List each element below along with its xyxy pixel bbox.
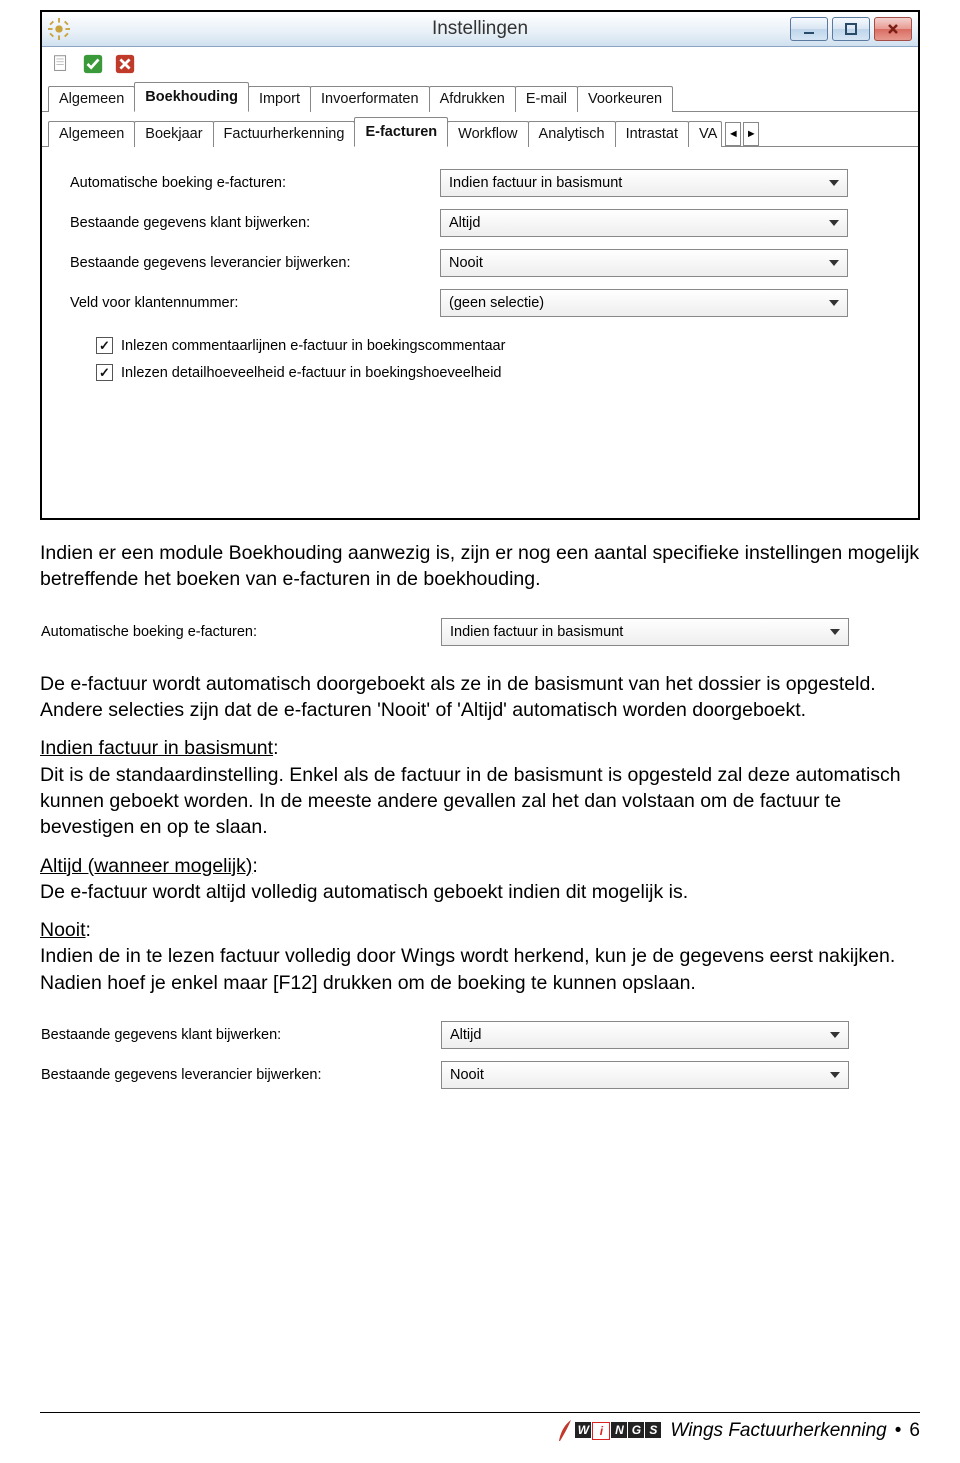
checkbox-commentaar[interactable] [96, 337, 113, 354]
inline-shot-2: Bestaande gegevens klant bijwerken: Alti… [40, 1008, 920, 1102]
tab-email[interactable]: E-mail [515, 86, 578, 112]
panel: Automatische boeking e-facturen: Indien … [42, 147, 918, 518]
inline2-select-lever[interactable]: Nooit [441, 1061, 849, 1089]
tab-algemeen[interactable]: Algemeen [48, 86, 135, 112]
inline2-select-klant[interactable]: Altijd [441, 1021, 849, 1049]
wings-logo: WiNGS [555, 1419, 662, 1443]
tab-voorkeuren[interactable]: Voorkeuren [577, 86, 673, 112]
select-klant-bijwerken[interactable]: Altijd [440, 209, 848, 237]
cancel-icon[interactable] [110, 50, 140, 78]
maximize-button[interactable] [832, 17, 870, 41]
tab-sub-workflow[interactable]: Workflow [447, 121, 528, 147]
paragraph-3: Indien factuur in basismunt: Dit is de s… [40, 735, 920, 840]
close-button[interactable] [874, 17, 912, 41]
paragraph-2: De e-factuur wordt automatisch doorgeboe… [40, 671, 920, 724]
p3-body: Dit is de standaardinstelling. Enkel als… [40, 764, 901, 839]
label-auto-boeking: Automatische boeking e-facturen: [70, 175, 440, 191]
window-title: Instellingen [42, 18, 918, 40]
paragraph-1: Indien er een module Boekhouding aanwezi… [40, 540, 920, 593]
tab-sub-factuurherkenning[interactable]: Factuurherkenning [213, 121, 356, 147]
tab-sub-va[interactable]: VA [688, 121, 722, 147]
tabs-main: Algemeen Boekhouding Import Invoerformat… [42, 81, 918, 112]
tabs-sub: Algemeen Boekjaar Factuurherkenning E-fa… [42, 112, 918, 147]
toolbar [42, 47, 918, 81]
tab-invoerformaten[interactable]: Invoerformaten [310, 86, 430, 112]
p3-heading: Indien factuur in basismunt [40, 737, 273, 759]
select-auto-boeking[interactable]: Indien factuur in basismunt [440, 169, 848, 197]
checkbox-commentaar-label: Inlezen commentaarlijnen e-factuur in bo… [121, 338, 505, 354]
p5-heading: Nooit [40, 919, 86, 941]
p5-body: Indien de in te lezen factuur volledig d… [40, 945, 895, 993]
inline1-select[interactable]: Indien factuur in basismunt [441, 618, 849, 646]
checkbox-detail[interactable] [96, 364, 113, 381]
tab-import[interactable]: Import [248, 86, 311, 112]
checkbox-detail-label: Inlezen detailhoeveelheid e-factuur in b… [121, 365, 502, 381]
tab-boekhouding[interactable]: Boekhouding [134, 82, 249, 112]
tabs-scroll-right[interactable]: ► [743, 122, 759, 146]
inline2-label-klant: Bestaande gegevens klant bijwerken: [41, 1027, 441, 1043]
p4-body: De e-factuur wordt altijd volledig autom… [40, 881, 688, 903]
footer-title: Wings Factuurherkenning [670, 1420, 886, 1442]
minimize-button[interactable] [790, 17, 828, 41]
p4-heading: Altijd (wanneer mogelijk) [40, 855, 252, 877]
select-lever-bijwerken[interactable]: Nooit [440, 249, 848, 277]
tab-sub-intrastat[interactable]: Intrastat [615, 121, 689, 147]
paragraph-4: Altijd (wanneer mogelijk): De e-factuur … [40, 853, 920, 906]
page-number: 6 [909, 1420, 920, 1442]
footer: WiNGS Wings Factuurherkenning • 6 [40, 1412, 920, 1443]
paragraph-5: Nooit: Indien de in te lezen factuur vol… [40, 917, 920, 996]
settings-window: Instellingen Algemeen Boekhouding Import… [40, 10, 920, 520]
accept-icon[interactable] [78, 50, 108, 78]
tab-sub-boekjaar[interactable]: Boekjaar [134, 121, 213, 147]
tab-sub-analytisch[interactable]: Analytisch [528, 121, 616, 147]
inline-shot-1: Automatische boeking e-facturen: Indien … [40, 605, 920, 659]
label-lever-bijwerken: Bestaande gegevens leverancier bijwerken… [70, 255, 440, 271]
tab-afdrukken[interactable]: Afdrukken [429, 86, 516, 112]
titlebar: Instellingen [42, 12, 918, 47]
footer-bullet: • [895, 1420, 902, 1442]
tab-sub-algemeen[interactable]: Algemeen [48, 121, 135, 147]
tabs-scroll-left[interactable]: ◄ [725, 122, 741, 146]
doc-icon[interactable] [46, 50, 76, 78]
label-klant-bijwerken: Bestaande gegevens klant bijwerken: [70, 215, 440, 231]
inline2-label-lever: Bestaande gegevens leverancier bijwerken… [41, 1067, 441, 1083]
select-veld-klantnr[interactable]: (geen selectie) [440, 289, 848, 317]
label-veld-klantnr: Veld voor klantennummer: [70, 295, 440, 311]
gear-icon [48, 18, 70, 40]
tab-sub-efacturen[interactable]: E-facturen [354, 117, 448, 147]
inline1-label: Automatische boeking e-facturen: [41, 624, 441, 640]
